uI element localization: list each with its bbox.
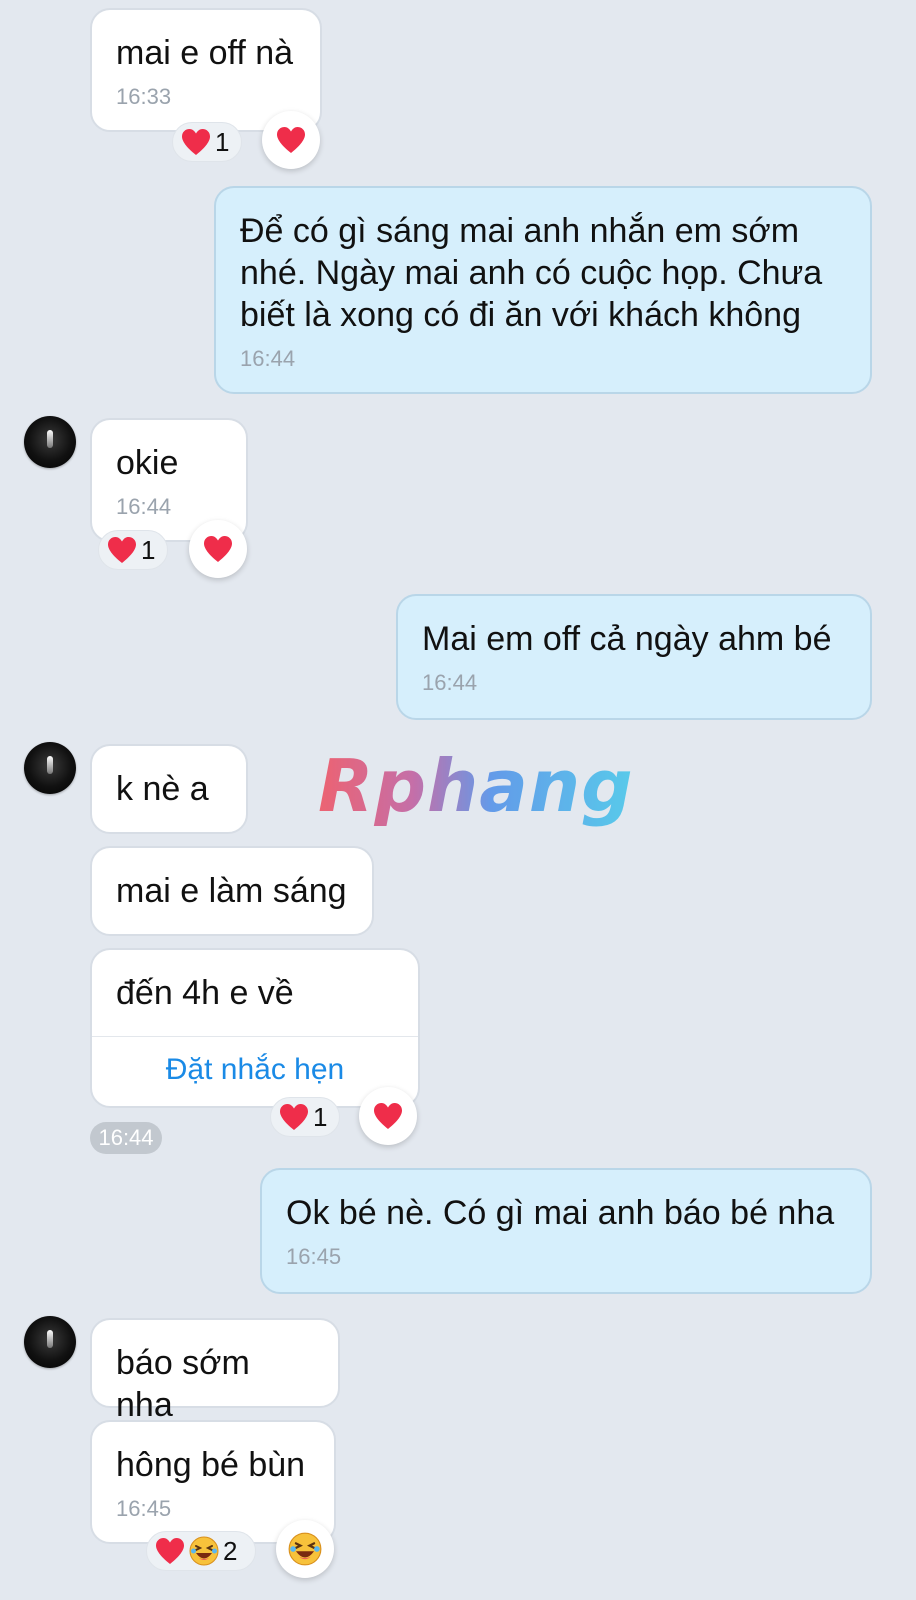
- heart-icon: [182, 129, 210, 155]
- react-heart-button[interactable]: [262, 111, 320, 169]
- incoming-message[interactable]: đến 4h e về Đặt nhắc hẹn: [90, 948, 420, 1108]
- message-text: mai e off nà: [116, 34, 294, 72]
- heart-icon: [204, 536, 232, 562]
- reaction-count: 1: [141, 534, 156, 565]
- react-laugh-button[interactable]: [276, 1520, 334, 1578]
- heart-icon: [108, 537, 136, 563]
- outgoing-message[interactable]: Mai em off cả ngày ahm bé 16:44: [396, 594, 872, 720]
- message-text: hông bé bùn: [116, 1446, 306, 1484]
- reaction-summary[interactable]: 1: [98, 530, 168, 570]
- outgoing-message[interactable]: Để có gì sáng mai anh nhắn em sớm nhé. N…: [214, 186, 872, 394]
- message-time: 16:44: [240, 346, 296, 371]
- reaction-count: 1: [313, 1101, 328, 1132]
- message-text: Mai em off cả ngày ahm bé: [422, 620, 832, 658]
- heart-icon: [374, 1103, 402, 1129]
- message-time: 16:33: [116, 84, 172, 109]
- message-time: 16:44: [90, 1122, 162, 1154]
- message-text: báo sớm nha: [116, 1344, 250, 1424]
- react-heart-button[interactable]: [359, 1087, 417, 1145]
- reaction-summary[interactable]: 1: [172, 122, 242, 162]
- message-time: 16:45: [286, 1244, 342, 1269]
- set-reminder-link[interactable]: Đặt nhắc hẹn: [116, 1037, 394, 1103]
- heart-icon: [280, 1104, 308, 1130]
- watermark: Rphang: [318, 744, 634, 828]
- outgoing-message[interactable]: Ok bé nè. Có gì mai anh báo bé nha 16:45: [260, 1168, 872, 1294]
- message-text: mai e làm sáng: [116, 872, 347, 910]
- message-time: 16:45: [116, 1496, 172, 1521]
- react-heart-button[interactable]: [189, 520, 247, 578]
- message-time: 16:44: [116, 494, 172, 519]
- heart-icon: [277, 127, 305, 153]
- reaction-summary[interactable]: 2: [146, 1531, 256, 1571]
- incoming-message[interactable]: k nè a: [90, 744, 248, 834]
- laughing-emoji-icon: [189, 1536, 219, 1566]
- incoming-message[interactable]: báo sớm nha: [90, 1318, 340, 1424]
- heart-icon: [156, 1538, 184, 1564]
- reaction-count: 1: [215, 126, 230, 157]
- reaction-summary[interactable]: 1: [270, 1097, 340, 1137]
- reaction-count: 2: [223, 1535, 238, 1566]
- avatar[interactable]: [24, 742, 76, 794]
- message-text: Ok bé nè. Có gì mai anh báo bé nha: [286, 1194, 835, 1232]
- avatar[interactable]: [24, 1316, 76, 1368]
- message-text: okie: [116, 444, 179, 482]
- message-text: Để có gì sáng mai anh nhắn em sớm nhé. N…: [240, 212, 823, 334]
- incoming-message[interactable]: mai e làm sáng: [90, 846, 374, 936]
- avatar[interactable]: [24, 416, 76, 468]
- message-text: đến 4h e về: [116, 974, 294, 1012]
- message-text: k nè a: [116, 770, 209, 808]
- laughing-emoji-icon: [288, 1532, 322, 1566]
- message-time: 16:44: [422, 670, 478, 695]
